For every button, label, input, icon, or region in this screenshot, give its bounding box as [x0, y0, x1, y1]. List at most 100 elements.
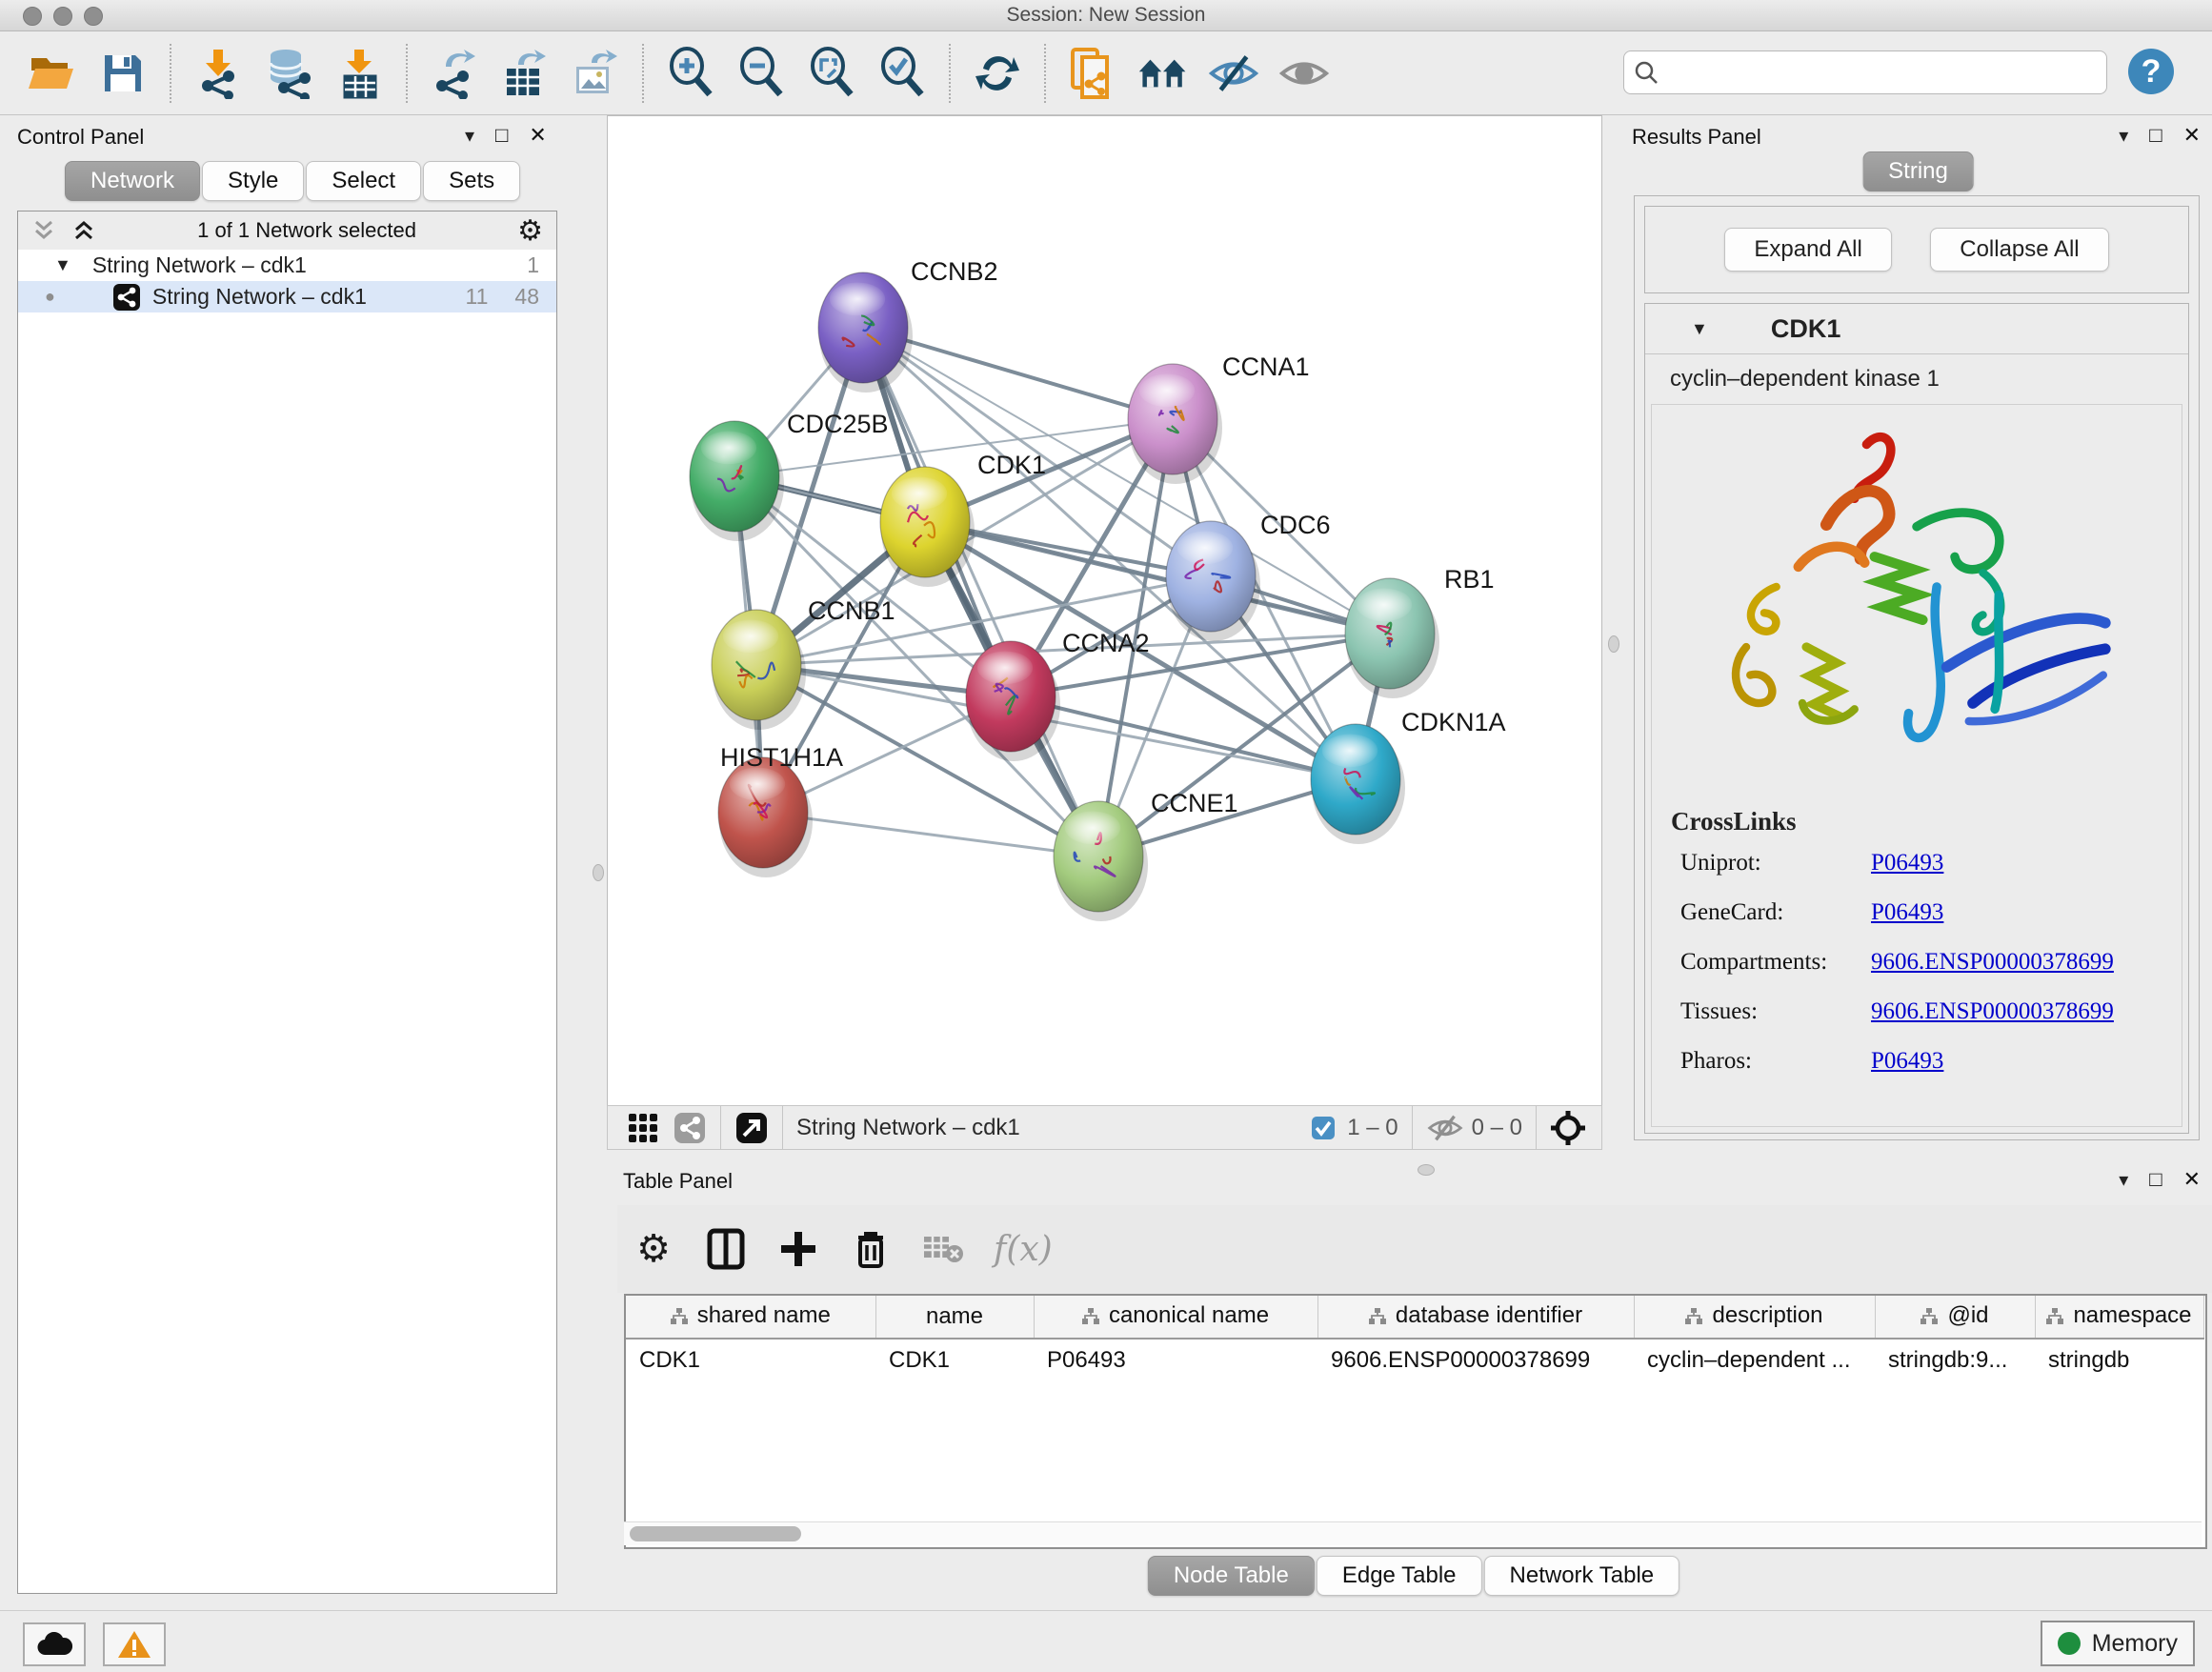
- export-table-button[interactable]: [499, 48, 551, 99]
- tab-network[interactable]: Network: [65, 161, 200, 201]
- network-tree-toolbar: 1 of 1 Network selected ⚙: [18, 212, 556, 250]
- col-database-identifier[interactable]: database identifier: [1317, 1296, 1634, 1339]
- zoom-selected-button[interactable]: [876, 48, 928, 99]
- panel-float-icon[interactable]: □: [495, 123, 508, 148]
- node-details-header[interactable]: ▼ CDK1: [1645, 304, 2188, 354]
- grid-view-icon[interactable]: [627, 1112, 659, 1144]
- add-column-icon[interactable]: [776, 1227, 820, 1271]
- string-results-container: Expand All Collapse All ▼ CDK1 cyclin–de…: [1634, 195, 2200, 1140]
- detach-view-icon[interactable]: [734, 1111, 769, 1145]
- crosslink-link[interactable]: 9606.ENSP00000378699: [1871, 998, 2114, 1025]
- left-splitter-grip[interactable]: [593, 864, 604, 881]
- home-view-button[interactable]: [1137, 48, 1189, 99]
- memory-button[interactable]: Memory: [2041, 1621, 2195, 1666]
- control-panel-window-icons: ▾ □ ✕: [465, 123, 547, 148]
- table-panel: Table Panel ▾ □ ✕ ⚙ f(x): [617, 1167, 2212, 1593]
- panel-collapse-icon[interactable]: ▾: [2119, 1168, 2128, 1192]
- import-network-from-database-button[interactable]: [263, 48, 314, 99]
- network-node-CDK1[interactable]: CDK1: [880, 451, 1046, 587]
- crosslink-link[interactable]: P06493: [1871, 899, 1943, 926]
- export-network-button[interactable]: [429, 48, 480, 99]
- network-row[interactable]: ● String Network – cdk1 11 48: [18, 281, 556, 312]
- tab-style[interactable]: Style: [202, 161, 304, 201]
- crosslink-link[interactable]: P06493: [1871, 850, 1943, 876]
- collapse-all-chevron-icon[interactable]: [71, 219, 96, 242]
- panel-close-icon[interactable]: ✕: [529, 123, 546, 148]
- horizontal-scrollbar[interactable]: [624, 1521, 2202, 1545]
- expand-all-button[interactable]: Expand All: [1724, 228, 1891, 272]
- network-edge-CCNB2-CCNE1[interactable]: [863, 328, 1098, 856]
- col-id[interactable]: @id: [1875, 1296, 2035, 1339]
- cloud-status-button[interactable]: [23, 1622, 86, 1666]
- network-options-gear-icon[interactable]: ⚙: [517, 214, 543, 248]
- column-type-icon: [1685, 1308, 1702, 1324]
- network-node-CCNE1[interactable]: CCNE1: [1054, 789, 1238, 921]
- network-edge-HIST1H1A-CCNE1[interactable]: [763, 813, 1098, 856]
- export-image-button[interactable]: [570, 48, 621, 99]
- function-builder-icon[interactable]: f(x): [994, 1227, 1053, 1271]
- tab-edge-table[interactable]: Edge Table: [1317, 1556, 1482, 1596]
- birds-eye-icon[interactable]: [1550, 1110, 1586, 1146]
- search-input[interactable]: [1666, 59, 2097, 86]
- delete-table-icon[interactable]: [921, 1227, 965, 1271]
- toolbar-separator: [782, 1106, 783, 1149]
- results-tab-string[interactable]: String: [1862, 151, 1976, 191]
- apply-layout-button[interactable]: [972, 48, 1023, 99]
- tab-sets[interactable]: Sets: [423, 161, 520, 201]
- help-button[interactable]: ?: [2128, 49, 2174, 94]
- delete-column-icon[interactable]: [849, 1227, 893, 1271]
- column-type-icon: [1920, 1308, 1938, 1324]
- save-session-button[interactable]: [97, 48, 149, 99]
- panel-float-icon[interactable]: □: [2149, 1167, 2162, 1192]
- crosslink-link[interactable]: P06493: [1871, 1048, 1943, 1075]
- warning-status-button[interactable]: [103, 1622, 166, 1666]
- crosslink-label: Compartments:: [1680, 949, 1871, 976]
- network-node-CDKN1A[interactable]: CDKN1A: [1311, 708, 1506, 844]
- collapse-all-button[interactable]: Collapse All: [1930, 228, 2108, 272]
- import-table-file-button[interactable]: [333, 48, 385, 99]
- selected-checkbox-icon[interactable]: [1311, 1116, 1336, 1140]
- node-label-CCNE1: CCNE1: [1151, 789, 1238, 817]
- crosslink-link[interactable]: 9606.ENSP00000378699: [1871, 949, 2114, 976]
- zoom-fit-button[interactable]: [806, 48, 857, 99]
- network-graph[interactable]: CCNB2CCNA1CDC25BCDK1CDC6RB1CCNB1CCNA2CDK…: [608, 116, 1601, 1106]
- network-thumbnail-icon[interactable]: [673, 1111, 707, 1145]
- col-canonical-name[interactable]: canonical name: [1034, 1296, 1317, 1339]
- col-name[interactable]: name: [875, 1296, 1034, 1339]
- zoom-out-button[interactable]: [735, 48, 787, 99]
- network-node-CCNB1[interactable]: CCNB1: [712, 596, 895, 730]
- network-node-HIST1H1A[interactable]: HIST1H1A: [718, 743, 843, 877]
- zoom-in-button[interactable]: [665, 48, 716, 99]
- right-splitter-grip[interactable]: [1608, 635, 1619, 653]
- entry-expander-icon[interactable]: ▼: [1691, 319, 1708, 339]
- panel-float-icon[interactable]: □: [2149, 123, 2162, 148]
- panel-collapse-icon[interactable]: ▾: [465, 124, 474, 148]
- panel-close-icon[interactable]: ✕: [2183, 123, 2201, 148]
- expand-all-chevrons-icon[interactable]: [31, 219, 56, 242]
- hide-selected-button[interactable]: [1208, 48, 1259, 99]
- network-collection-row[interactable]: ▼ String Network – cdk1 1: [18, 250, 556, 281]
- col-namespace[interactable]: namespace: [2035, 1296, 2203, 1339]
- import-network-file-button[interactable]: [192, 48, 244, 99]
- network-node-CDC6[interactable]: CDC6: [1166, 511, 1331, 641]
- open-session-button[interactable]: [27, 48, 78, 99]
- node-label-CDC6: CDC6: [1260, 511, 1331, 539]
- col-description[interactable]: description: [1634, 1296, 1875, 1339]
- show-columns-icon[interactable]: [704, 1227, 748, 1271]
- scrollbar-thumb[interactable]: [630, 1526, 801, 1541]
- copy-network-button[interactable]: [1067, 48, 1118, 99]
- tab-node-table[interactable]: Node Table: [1148, 1556, 1315, 1596]
- table-options-gear-icon[interactable]: ⚙: [632, 1227, 675, 1271]
- tab-network-table[interactable]: Network Table: [1484, 1556, 1680, 1596]
- node-label-CDK1: CDK1: [977, 451, 1046, 479]
- collection-expander-icon[interactable]: ▼: [54, 255, 71, 275]
- panel-collapse-icon[interactable]: ▾: [2119, 124, 2128, 148]
- network-node-CCNB2[interactable]: CCNB2: [818, 257, 998, 393]
- panel-close-icon[interactable]: ✕: [2183, 1167, 2201, 1192]
- network-canvas[interactable]: CCNB2CCNA1CDC25BCDK1CDC6RB1CCNB1CCNA2CDK…: [607, 115, 1602, 1106]
- show-all-button[interactable]: [1278, 48, 1330, 99]
- network-node-RB1[interactable]: RB1: [1345, 565, 1495, 698]
- col-shared-name[interactable]: shared name: [626, 1296, 875, 1339]
- tab-select[interactable]: Select: [306, 161, 421, 201]
- table-row[interactable]: CDK1 CDK1 P06493 9606.ENSP00000378699 cy…: [626, 1339, 2203, 1381]
